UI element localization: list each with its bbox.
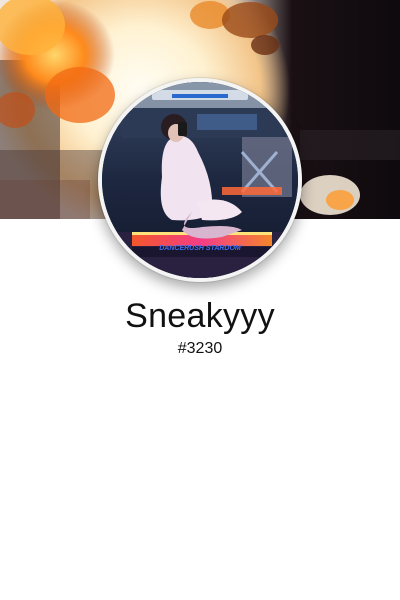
- avatar-photo: DANCERUSH STARDOM: [102, 82, 298, 278]
- avatar[interactable]: DANCERUSH STARDOM: [102, 82, 298, 278]
- avatar-ring: DANCERUSH STARDOM: [98, 78, 302, 282]
- avatar-sign-text: DANCERUSH STARDOM: [159, 245, 241, 252]
- username: Sneakyyy: [125, 297, 275, 335]
- user-discriminator: #3230: [177, 340, 223, 357]
